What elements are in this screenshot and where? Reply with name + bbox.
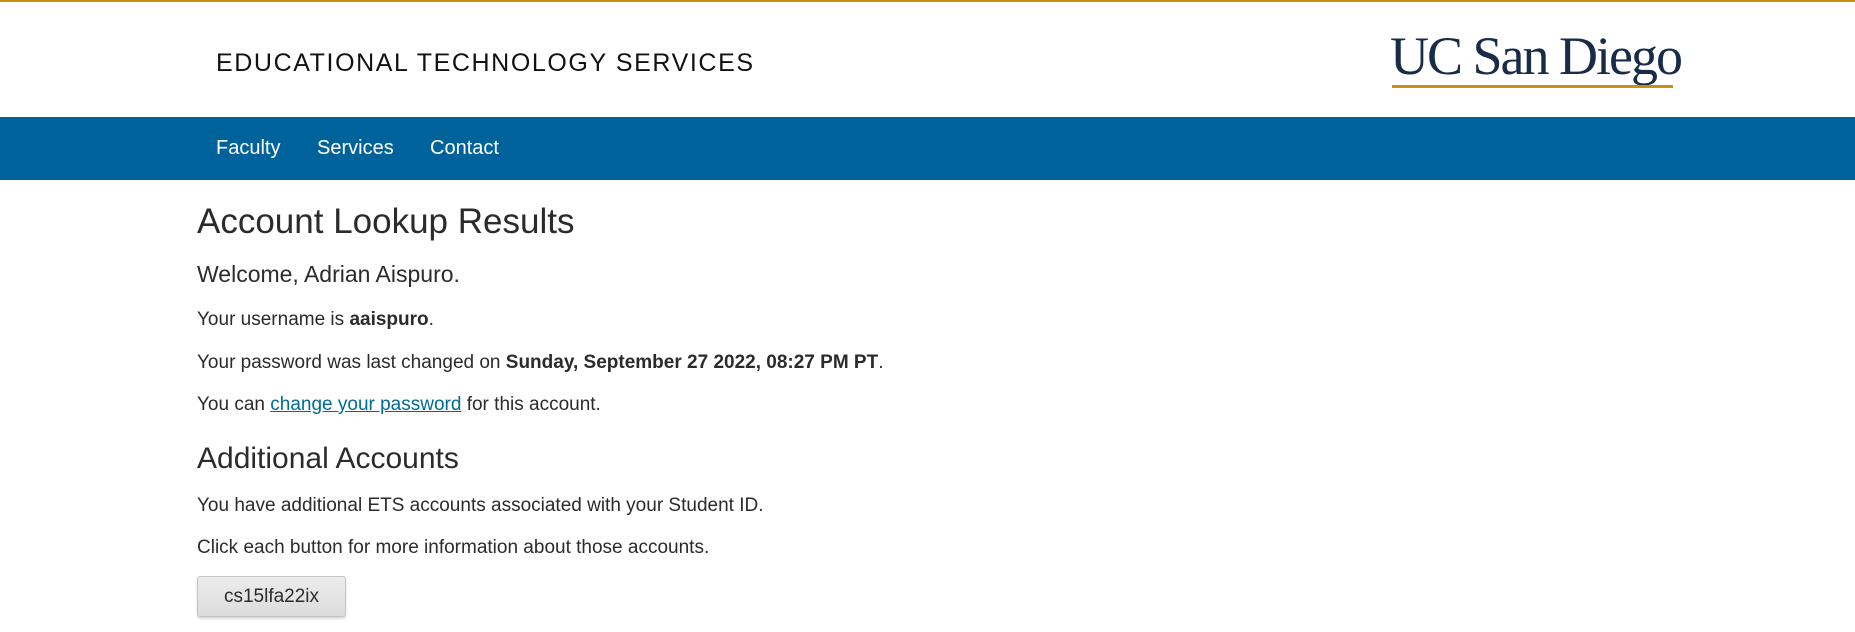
username-prefix: Your username is xyxy=(197,309,350,330)
change-password-link[interactable]: change your password xyxy=(270,394,461,415)
username-line: Your username is aaispuro. xyxy=(197,309,434,331)
change-suffix: for this account. xyxy=(461,394,601,415)
password-prefix: Your password was last changed on xyxy=(197,352,506,373)
site-title[interactable]: EDUCATIONAL TECHNOLOGY SERVICES xyxy=(216,49,755,78)
nav-item-faculty[interactable]: Faculty xyxy=(216,137,280,160)
username-suffix: . xyxy=(428,309,434,330)
username-value: aaispuro xyxy=(349,309,429,330)
page-title: Account Lookup Results xyxy=(197,202,575,241)
change-password-line: You can change your password for this ac… xyxy=(197,394,601,416)
change-prefix: You can xyxy=(197,394,271,415)
nav-item-contact[interactable]: Contact xyxy=(430,137,499,160)
password-changed-date: Sunday, September 27 2022, 08:27 PM PT xyxy=(505,352,879,373)
logo-wordmark: UC San Diego xyxy=(1390,26,1683,86)
welcome-message: Welcome, Adrian Aispuro. xyxy=(197,261,460,287)
site-header: EDUCATIONAL TECHNOLOGY SERVICES UC San D… xyxy=(0,2,1855,117)
uc-san-diego-logo[interactable]: UC San Diego xyxy=(1390,26,1683,91)
account-button[interactable]: cs15lfa22ix xyxy=(197,576,346,617)
password-changed-line: Your password was last changed on Sunday… xyxy=(197,352,883,374)
logo-underline xyxy=(1392,85,1673,88)
click-instructions-text: Click each button for more information a… xyxy=(197,537,710,558)
password-suffix: . xyxy=(878,352,884,373)
main-navigation: Faculty Services Contact xyxy=(0,117,1855,180)
nav-item-services[interactable]: Services xyxy=(317,137,394,160)
additional-accounts-text: You have additional ETS accounts associa… xyxy=(197,495,764,516)
additional-accounts-heading: Additional Accounts xyxy=(197,442,459,475)
